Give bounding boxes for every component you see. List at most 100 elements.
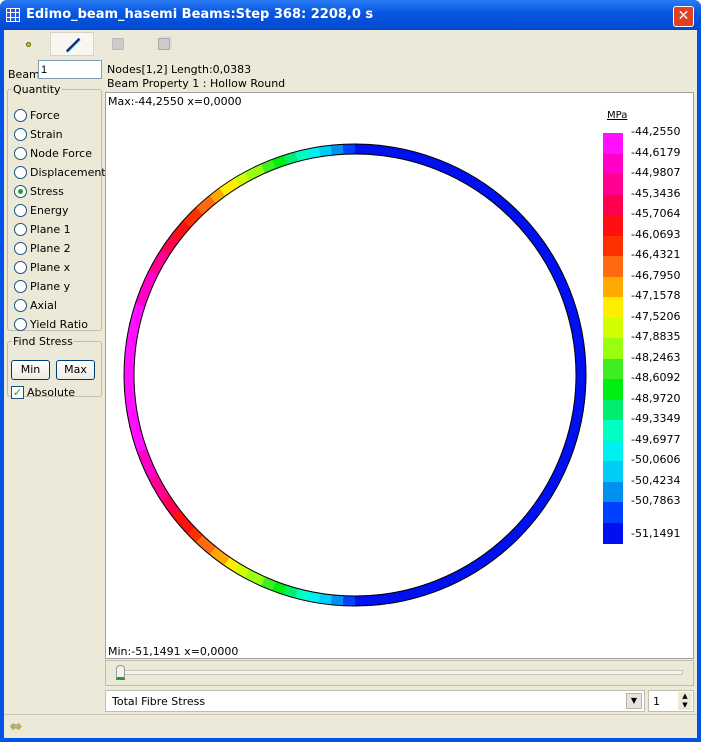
legend-band: [603, 338, 623, 359]
legend-label: -46,0693: [631, 227, 681, 241]
find-stress-label: Find Stress: [13, 335, 73, 348]
legend-band: [603, 235, 623, 257]
client-area: Beam Quantity Force Strain Node Force Displ…: [4, 30, 697, 738]
legend-label: -44,6179: [631, 145, 681, 159]
option-label: Energy: [30, 204, 69, 217]
legend-label: -51,1491: [631, 527, 681, 540]
legend-label: -48,6092: [631, 371, 681, 384]
legend-band: [603, 194, 623, 216]
radio-icon: [14, 223, 27, 236]
window-title: Edimo_beam_hasemi Beams:Step 368: 2208,0…: [26, 7, 374, 22]
radio-icon: [14, 128, 27, 141]
legend-band: [603, 358, 623, 380]
node-tool-button[interactable]: [6, 32, 50, 56]
quantity-group: Quantity Force Strain Node Force Displaceme…: [7, 83, 106, 331]
quantity-option-plane-y[interactable]: Plane y: [14, 280, 70, 293]
option-label: Plane y: [30, 280, 71, 293]
legend-label: -46,7950: [631, 268, 681, 282]
legend-unit: MPa: [607, 110, 628, 121]
close-button[interactable]: ✕: [673, 6, 694, 27]
quantity-label: Quantity: [13, 83, 61, 96]
window: Edimo_beam_hasemi Beams:Step 368: 2208,0…: [0, 0, 701, 742]
legend-label: -45,7064: [631, 207, 681, 220]
option-label: Plane 2: [30, 242, 71, 255]
layer-spinner[interactable]: 1 ▲ ▼: [648, 690, 694, 712]
legend-band: [603, 399, 623, 421]
legend-band: [603, 133, 623, 154]
beam-label: Beam: [8, 68, 40, 81]
quantity-option-axial[interactable]: Axial: [14, 299, 57, 312]
find-stress-group: Find Stress Min Max ✓ Absolute: [7, 335, 102, 399]
legend-band: [603, 276, 623, 298]
status-bar: ⇔: [4, 714, 697, 738]
square-icon: [112, 38, 124, 50]
quantity-option-plane-2[interactable]: Plane 2: [14, 242, 71, 255]
legend-label: -46,4321: [631, 248, 681, 261]
radio-icon: [14, 261, 27, 274]
result-type-dropdown[interactable]: Total Fibre Stress ▼: [105, 690, 645, 712]
layer-value: 1: [653, 695, 660, 708]
legend-band: [603, 440, 623, 462]
shell-tool-button[interactable]: [94, 32, 138, 56]
app-grid-icon: [6, 8, 20, 22]
radio-icon: [14, 109, 27, 122]
absolute-checkbox[interactable]: ✓ Absolute: [11, 386, 75, 399]
result-type-value: Total Fibre Stress: [112, 695, 206, 708]
dot-icon: [26, 42, 31, 47]
legend-band: [603, 461, 623, 482]
line-icon: [65, 37, 81, 53]
legend-band: [603, 481, 623, 503]
quantity-option-plane-x[interactable]: Plane x: [14, 261, 70, 274]
legend-label: -50,0606: [631, 453, 681, 466]
option-label: Axial: [30, 299, 57, 312]
option-label: Stress: [30, 185, 64, 198]
slider-thumb[interactable]: [116, 665, 125, 680]
option-label: Plane 1: [30, 223, 71, 236]
chevron-down-icon[interactable]: ▼: [626, 693, 642, 709]
legend-band: [603, 256, 623, 277]
solid-tool-button[interactable]: [138, 32, 182, 56]
option-label: Yield Ratio: [30, 318, 88, 331]
absolute-label: Absolute: [27, 386, 76, 399]
option-label: Plane x: [30, 261, 71, 274]
beam-property-info: Beam Property 1 : Hollow Round: [107, 77, 286, 90]
legend-label: -44,2550: [631, 125, 681, 138]
spin-arrows-icon[interactable]: ▲ ▼: [678, 692, 692, 710]
radio-icon: [14, 185, 27, 198]
option-label: Force: [30, 109, 60, 122]
quantity-option-stress[interactable]: Stress: [14, 185, 64, 198]
legend-band: [603, 420, 623, 441]
legend-label: -48,9720: [631, 391, 681, 405]
option-label: Node Force: [30, 147, 92, 160]
legend-band: [603, 502, 623, 523]
legend-label: -45,3436: [631, 186, 681, 200]
option-label: Displacement: [30, 166, 106, 179]
min-button[interactable]: Min: [11, 360, 50, 380]
step-slider[interactable]: [105, 660, 694, 686]
quantity-option-node-force[interactable]: Node Force: [14, 147, 92, 160]
legend-label: -47,8835: [631, 330, 681, 343]
title-bar: Edimo_beam_hasemi Beams:Step 368: 2208,0…: [0, 0, 701, 30]
radio-icon: [14, 166, 27, 179]
legend-band: [603, 174, 623, 195]
legend-label: -47,1578: [631, 289, 681, 302]
radio-icon: [14, 299, 27, 312]
legend-label: -49,6977: [631, 432, 681, 446]
legend-label: -48,2463: [631, 350, 681, 364]
quantity-option-force[interactable]: Force: [14, 109, 60, 122]
radio-icon: [14, 318, 27, 331]
radio-icon: [14, 147, 27, 160]
quantity-option-plane-1[interactable]: Plane 1: [14, 223, 71, 236]
legend-label: -50,4234: [631, 473, 681, 487]
quantity-option-yield-ratio[interactable]: Yield Ratio: [14, 318, 88, 331]
max-button[interactable]: Max: [56, 360, 95, 380]
legend-label: -49,3349: [631, 412, 681, 425]
beam-tool-button[interactable]: [50, 32, 94, 56]
quantity-option-displacement[interactable]: Displacement: [14, 166, 106, 179]
beam-input[interactable]: [38, 60, 102, 79]
quantity-option-strain[interactable]: Strain: [14, 128, 63, 141]
legend-label: -47,5206: [631, 309, 681, 323]
quantity-option-energy[interactable]: Energy: [14, 204, 69, 217]
legend-band: [603, 522, 623, 544]
double-arrow-icon[interactable]: ⇔: [10, 719, 22, 735]
